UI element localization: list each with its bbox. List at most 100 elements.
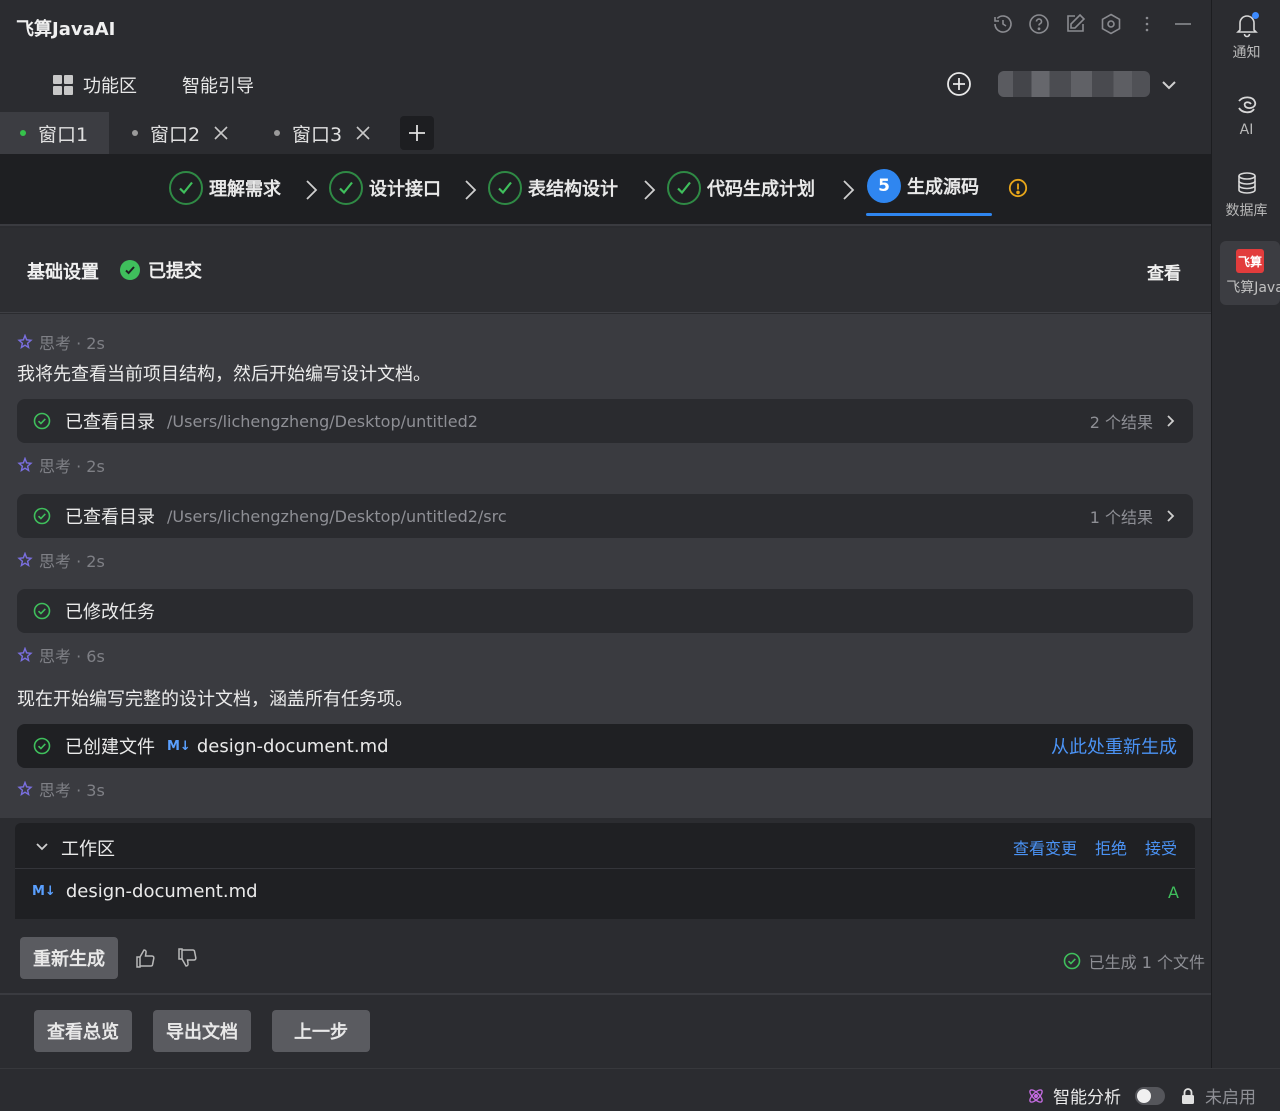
card-path: /Users/lichengzheng/Desktop/untitled2/sr… (167, 506, 507, 526)
thinking-text: 思考 · 2s (39, 334, 105, 353)
check-circle-icon (33, 602, 51, 620)
sidebar-item-database[interactable]: 数据库 (1212, 170, 1280, 220)
file-name[interactable]: design-document.md (197, 736, 389, 757)
sparkle-icon (17, 457, 33, 473)
sidebar-item-notify[interactable]: 通知 (1212, 12, 1280, 62)
tab-window-1[interactable]: 窗口1 (0, 112, 109, 154)
chat-log: 思考 · 2s 我将先查看当前项目结构，然后开始编写设计文档。 已查看目录 /U… (0, 314, 1211, 818)
status-bar: 智能分析 未启用 (0, 1068, 1280, 1111)
step-design-api[interactable]: 设计接口 (329, 171, 441, 205)
view-button[interactable]: 查看 (1147, 259, 1181, 284)
database-icon (1234, 170, 1260, 196)
tab-window-2[interactable]: 窗口2 (112, 112, 230, 154)
account-selector-blurred[interactable] (998, 71, 1150, 97)
minimize-icon[interactable] (1171, 12, 1195, 36)
step-understand-requirements[interactable]: 理解需求 (169, 171, 281, 205)
thinking-indicator: 思考 · 3s (17, 777, 105, 801)
functions-label: 功能区 (83, 76, 137, 97)
tab-window-3[interactable]: 窗口3 (254, 112, 372, 154)
more-icon[interactable] (1135, 12, 1159, 36)
previous-step-button[interactable]: 上一步 (272, 1010, 370, 1052)
thumbs-up-icon[interactable] (134, 947, 156, 969)
sidebar-item-feisuan[interactable]: 飞算 飞算Java (1220, 241, 1280, 305)
tool-card-view-dir[interactable]: 已查看目录 /Users/lichengzheng/Desktop/untitl… (17, 399, 1193, 443)
card-label: 已修改任务 (65, 602, 155, 623)
step-code-plan[interactable]: 代码生成计划 (667, 171, 815, 205)
thinking-text: 思考 · 3s (39, 781, 105, 800)
workspace-title: 工作区 (61, 839, 115, 860)
settings-icon[interactable] (1099, 12, 1123, 36)
reject-link[interactable]: 拒绝 (1095, 835, 1127, 859)
regenerate-button[interactable]: 重新生成 (20, 937, 118, 979)
regenerate-from-here-link[interactable]: 从此处重新生成 (1051, 733, 1177, 759)
sidebar-label: 通知 (1232, 45, 1261, 61)
sparkle-icon (17, 647, 33, 663)
info-warning-icon[interactable] (1008, 178, 1028, 198)
functions-button[interactable]: 功能区 (52, 72, 137, 98)
lock-icon (1182, 1087, 1194, 1104)
view-changes-link[interactable]: 查看变更 (1013, 835, 1077, 859)
view-overview-button[interactable]: 查看总览 (34, 1010, 132, 1052)
step-label: 表结构设计 (528, 179, 618, 200)
card-label: 已查看目录 (65, 507, 155, 528)
export-doc-button[interactable]: 导出文档 (153, 1010, 251, 1052)
sparkle-icon (17, 781, 33, 797)
result-count: 2 个结果 (1089, 413, 1153, 432)
chevron-right-icon (1167, 510, 1175, 522)
close-icon[interactable] (354, 124, 372, 142)
generated-text: 已生成 1 个文件 (1088, 953, 1205, 972)
card-label: 已查看目录 (65, 412, 155, 433)
feedback-row: 重新生成 已生成 1 个文件 (0, 919, 1211, 995)
check-circle-icon (33, 737, 51, 755)
card-result[interactable]: 1 个结果 (1090, 504, 1177, 528)
grid-icon (53, 75, 73, 95)
workspace-file-item[interactable]: M↓ design-document.md (32, 881, 258, 902)
assistant-message: 我将先查看当前项目结构，然后开始编写设计文档。 (17, 364, 431, 385)
check-circle-icon (488, 171, 522, 205)
right-sidebar: 通知 AI 数据库 飞算 飞算Java (1211, 0, 1280, 1068)
sparkle-icon (17, 334, 33, 350)
status-label: 已提交 (148, 261, 202, 282)
step-label: 设计接口 (369, 179, 441, 200)
chevron-down-icon[interactable] (1158, 74, 1180, 96)
tool-card-create-file[interactable]: 已创建文件 M↓ design-document.md 从此处重新生成 (17, 724, 1193, 768)
chevron-down-icon[interactable] (35, 839, 49, 853)
accept-link[interactable]: 接受 (1145, 835, 1177, 859)
tool-card-view-dir-src[interactable]: 已查看目录 /Users/lichengzheng/Desktop/untitl… (17, 494, 1193, 538)
sidebar-item-ai[interactable]: AI (1212, 92, 1280, 138)
app-title: 飞算JavaAI (16, 19, 116, 40)
add-circle-icon[interactable] (945, 70, 973, 98)
ai-swirl-icon (1234, 92, 1260, 118)
step-number: 5 (867, 169, 901, 203)
card-path: /Users/lichengzheng/Desktop/untitled2 (167, 411, 478, 431)
add-tab-button[interactable] (400, 116, 434, 150)
card-result[interactable]: 2 个结果 (1090, 409, 1177, 433)
smart-analysis-toggle[interactable] (1135, 1086, 1165, 1105)
markdown-icon: M↓ (32, 884, 56, 899)
active-dot-icon (20, 130, 26, 136)
smart-analysis-label: 智能分析 (1053, 1088, 1121, 1108)
step-table-design[interactable]: 表结构设计 (488, 171, 618, 205)
card-label: 已创建文件 (65, 737, 155, 758)
history-icon[interactable] (991, 12, 1015, 36)
sparkle-icon (17, 552, 33, 568)
plus-icon (409, 125, 425, 141)
sidebar-label: 数据库 (1225, 203, 1268, 219)
workspace-header[interactable]: 工作区 查看变更 拒绝 接受 (15, 823, 1195, 869)
help-icon[interactable] (1027, 12, 1051, 36)
check-circle-filled-icon (120, 260, 140, 280)
smart-guide-button[interactable]: 智能引导 (182, 72, 254, 98)
tool-card-modify-task[interactable]: 已修改任务 (17, 589, 1193, 633)
check-circle-icon (33, 412, 51, 430)
chevron-right-icon (838, 178, 858, 202)
basic-settings-bar: 基础设置 已提交 查看 (0, 228, 1211, 313)
tab-label: 窗口3 (292, 123, 343, 146)
step-generate-source[interactable]: 5 生成源码 (867, 169, 979, 203)
tab-label: 窗口1 (38, 123, 89, 146)
check-circle-icon (33, 507, 51, 525)
edit-icon[interactable] (1063, 12, 1087, 36)
close-icon[interactable] (212, 124, 230, 142)
check-circle-icon (329, 171, 363, 205)
check-circle-icon (667, 171, 701, 205)
thumbs-down-icon[interactable] (176, 947, 198, 969)
